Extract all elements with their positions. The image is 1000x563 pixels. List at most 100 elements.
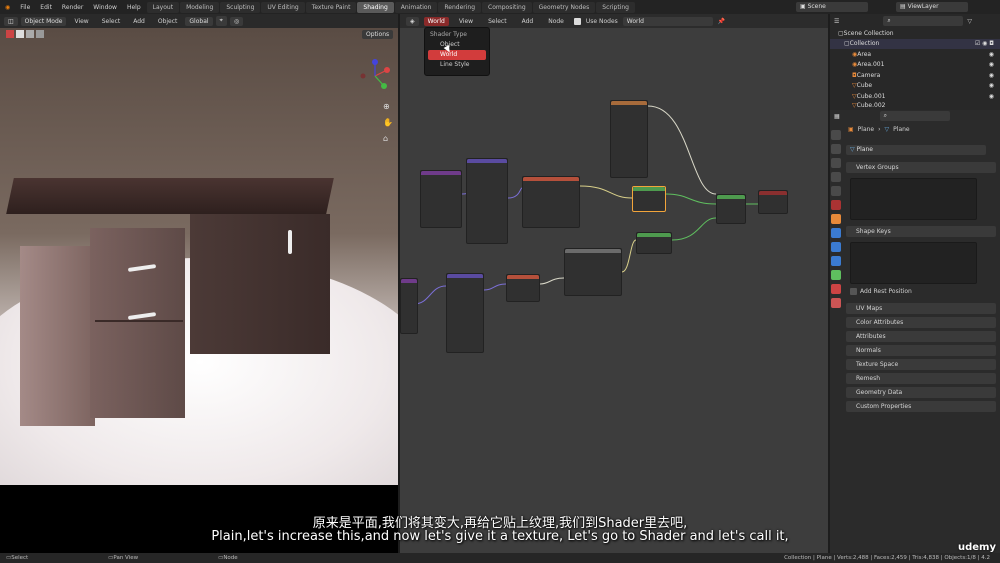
node-menu-add[interactable]: Add — [517, 18, 539, 25]
visibility-eye-icon[interactable]: ◉ — [989, 61, 1000, 68]
navigation-gizmo[interactable] — [357, 58, 393, 94]
scene-selector[interactable]: ▣ Scene — [796, 2, 868, 12]
select-mode-extend-icon[interactable] — [26, 30, 34, 38]
panel-texture-space[interactable]: Texture Space — [846, 359, 996, 370]
tab-modeling[interactable]: Modeling — [180, 1, 220, 13]
tab-sculpting[interactable]: Sculpting — [220, 1, 261, 13]
outliner-row-area-001[interactable]: ◉ Area.001 ◉ — [830, 60, 1000, 71]
node-light-path[interactable] — [610, 100, 648, 178]
pin-icon[interactable]: 📌 — [718, 18, 725, 25]
panel-normals[interactable]: Normals — [846, 345, 996, 356]
node-mapping[interactable] — [466, 158, 508, 244]
blender-logo-icon[interactable]: ◉ — [0, 4, 15, 11]
panel-shape-keys[interactable]: Shape Keys — [846, 226, 996, 237]
node-menu-view[interactable]: View — [454, 18, 478, 25]
tab-uv-editing[interactable]: UV Editing — [261, 1, 305, 13]
visibility-eye-icon[interactable]: ◉ — [989, 93, 1000, 100]
visibility-eye-icon[interactable]: ☑ ◉ ◘ — [975, 40, 1000, 47]
properties-search-input[interactable]: ⌕ — [879, 111, 950, 121]
tab-animation[interactable]: Animation — [394, 1, 438, 13]
outliner-editor-icon[interactable]: ☰ — [834, 18, 839, 25]
node-noise-texture[interactable] — [506, 274, 540, 302]
properties-editor-icon[interactable]: ▦ — [834, 113, 840, 120]
camera-icon[interactable]: ⌂ — [383, 134, 388, 143]
gizmo-neg-x-handle[interactable] — [360, 73, 366, 79]
outliner-row-cube-001[interactable]: ▽ Cube.001 ◉ — [830, 91, 1000, 102]
select-mode-subtract-icon[interactable] — [36, 30, 44, 38]
visibility-eye-icon[interactable]: ◉ — [989, 72, 1000, 79]
world-tab-icon[interactable] — [831, 200, 841, 210]
view-layer-tab-icon[interactable] — [831, 172, 841, 182]
output-tab-icon[interactable] — [831, 158, 841, 168]
menu-render[interactable]: Render — [57, 4, 88, 11]
select-mode-icon[interactable] — [16, 30, 24, 38]
tool-tab-icon[interactable] — [831, 130, 841, 140]
node-menu-node[interactable]: Node — [543, 18, 569, 25]
viewport-menu-add[interactable]: Add — [128, 18, 150, 25]
modifier-tab-icon[interactable] — [831, 228, 841, 238]
particles-tab-icon[interactable] — [831, 242, 841, 252]
3d-viewport[interactable] — [0, 28, 398, 485]
select-box-icon[interactable] — [6, 30, 14, 38]
proportional-icon[interactable]: ◎ — [229, 16, 244, 26]
physics-tab-icon[interactable] — [831, 256, 841, 266]
snap-icon[interactable]: ⌖ — [215, 16, 227, 26]
filter-icon[interactable]: ▽ — [967, 18, 972, 25]
node-editor-type-icon[interactable]: ◈ — [406, 16, 419, 26]
tab-texture-paint[interactable]: Texture Paint — [305, 1, 357, 13]
shader-type-dropdown[interactable]: World — [423, 16, 449, 26]
menu-file[interactable]: File — [15, 4, 35, 11]
node-background[interactable] — [632, 186, 666, 212]
tab-rendering[interactable]: Rendering — [438, 1, 482, 13]
popup-item-world[interactable]: World — [428, 50, 486, 60]
hand-pan-icon[interactable]: ✋ — [383, 118, 393, 127]
node-background-2[interactable] — [636, 232, 672, 254]
outliner-row-cube-002[interactable]: ▽ Cube.002 — [830, 102, 1000, 109]
outliner-row-area[interactable]: ◉ Area ◉ — [830, 49, 1000, 60]
texture-tab-icon[interactable] — [831, 298, 841, 308]
node-mix-shader[interactable] — [716, 194, 746, 224]
zoom-icon[interactable]: ⊕ — [383, 102, 390, 111]
visibility-eye-icon[interactable]: ◉ — [989, 82, 1000, 89]
menu-window[interactable]: Window — [88, 4, 122, 11]
gizmo-y-handle[interactable] — [381, 83, 387, 89]
panel-color-attributes[interactable]: Color Attributes — [846, 317, 996, 328]
node-image-texture[interactable] — [522, 176, 580, 228]
tab-geometry-nodes[interactable]: Geometry Nodes — [532, 1, 596, 13]
node-texture-coordinate-2[interactable] — [400, 278, 418, 334]
panel-uv-maps[interactable]: UV Maps — [846, 303, 996, 314]
gizmo-x-handle[interactable] — [384, 67, 390, 73]
viewport-menu-select[interactable]: Select — [97, 18, 126, 25]
add-rest-position-checkbox[interactable] — [850, 288, 857, 295]
node-editor-canvas[interactable] — [400, 28, 828, 553]
tab-shading[interactable]: Shading — [357, 1, 394, 13]
outliner-row-collection[interactable]: ▢ Collection ☑ ◉ ◘ — [830, 38, 1000, 49]
panel-remesh[interactable]: Remesh — [846, 373, 996, 384]
node-mapping-2[interactable] — [446, 273, 484, 353]
popup-item-object[interactable]: Object — [428, 40, 486, 50]
mesh-data-tab-icon[interactable] — [831, 270, 841, 280]
mesh-name-field[interactable]: ▽ Plane — [846, 145, 986, 155]
gizmo-z-handle[interactable] — [372, 59, 378, 65]
menu-edit[interactable]: Edit — [35, 4, 57, 11]
menu-help[interactable]: Help — [122, 4, 146, 11]
world-selector[interactable]: World — [622, 16, 713, 26]
popup-item-line-style[interactable]: Line Style — [428, 60, 486, 70]
render-tab-icon[interactable] — [831, 144, 841, 154]
tab-compositing[interactable]: Compositing — [482, 1, 532, 13]
node-menu-select[interactable]: Select — [483, 18, 512, 25]
outliner-row-camera[interactable]: ◘ Camera ◉ — [830, 70, 1000, 81]
panel-vertex-groups[interactable]: Vertex Groups — [846, 162, 996, 173]
panel-custom-properties[interactable]: Custom Properties — [846, 401, 996, 412]
shape-keys-list[interactable] — [850, 242, 977, 284]
node-color-ramp[interactable] — [564, 248, 622, 296]
scene-tab-icon[interactable] — [831, 186, 841, 196]
mode-dropdown[interactable]: Object Mode — [20, 16, 67, 26]
viewport-menu-object[interactable]: Object — [153, 18, 183, 25]
use-nodes-checkbox[interactable] — [573, 17, 581, 25]
viewport-menu-view[interactable]: View — [69, 18, 93, 25]
panel-geometry-data[interactable]: Geometry Data — [846, 387, 996, 398]
visibility-eye-icon[interactable]: ◉ — [989, 51, 1000, 58]
view-layer-selector[interactable]: ▤ ViewLayer — [896, 2, 968, 12]
vertex-groups-list[interactable] — [850, 178, 977, 220]
